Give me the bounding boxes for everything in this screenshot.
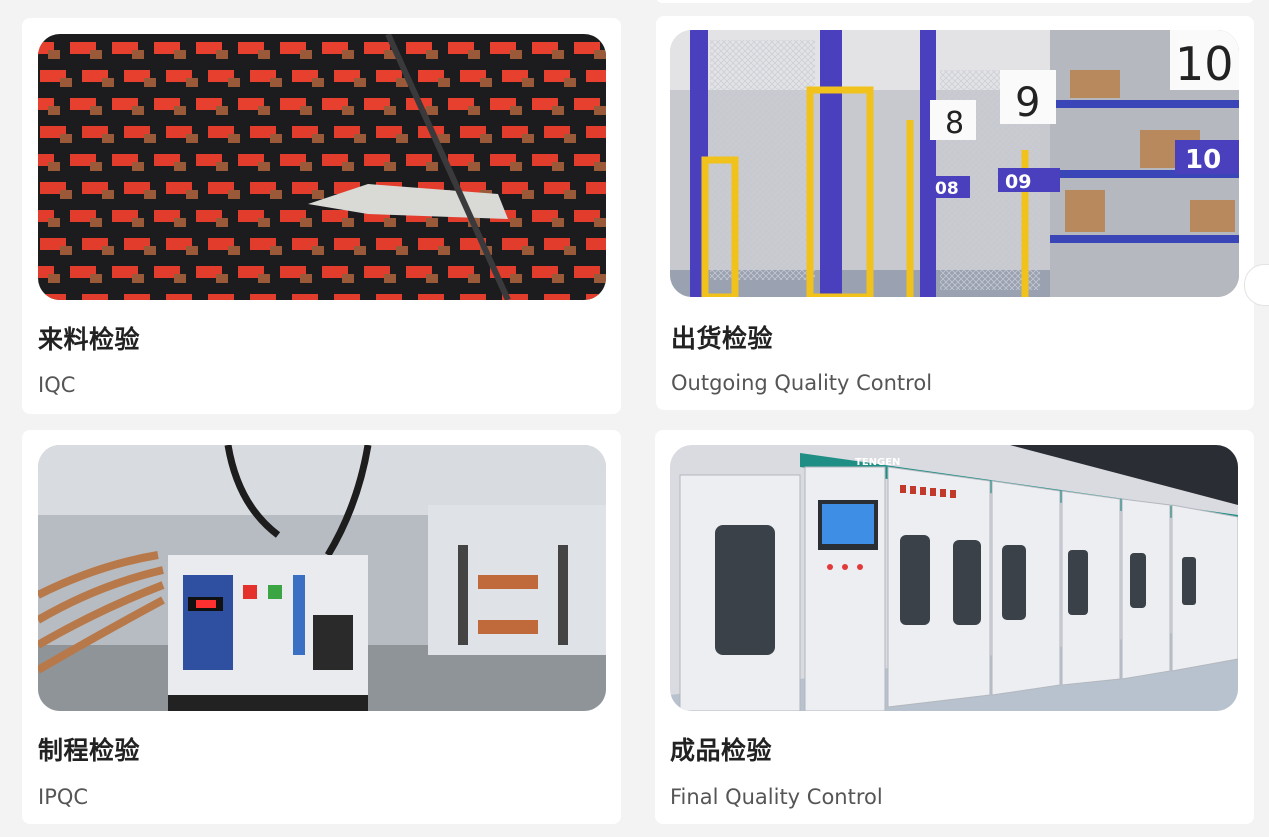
- warehouse-shelving-photo: 8 9 10 08 09 10: [670, 30, 1239, 297]
- shelf-number-9: 9: [1015, 80, 1040, 126]
- component-tray-photo: [38, 34, 606, 300]
- card-subtitle: IPQC: [38, 785, 89, 809]
- card-title: 成品检验: [670, 736, 773, 765]
- circuit-breaker-assembly-photo: [38, 445, 606, 711]
- switchgear-cabinets-photo: TENGEN: [670, 445, 1238, 711]
- card-title: 出货检验: [671, 324, 774, 353]
- shelf-number-10: 10: [1175, 37, 1234, 91]
- card-title: 来料检验: [38, 325, 141, 354]
- cabinet-brand-label: TENGEN: [855, 457, 900, 468]
- aisle-label-08: 08: [935, 179, 959, 199]
- card-subtitle: Outgoing Quality Control: [671, 371, 933, 395]
- aisle-label-09: 09: [1005, 171, 1031, 193]
- quality-card-iqc[interactable]: 来料检验 IQC: [22, 18, 621, 414]
- shelf-number-8: 8: [945, 106, 964, 141]
- quality-card-ipqc[interactable]: 制程检验 IPQC: [22, 430, 621, 824]
- quality-card-outgoing[interactable]: 8 9 10 08 09 10 出货检验 Outgoing Quality Co…: [656, 16, 1254, 410]
- card-title: 制程检验: [38, 736, 141, 765]
- card-subtitle: Final Quality Control: [670, 785, 883, 809]
- partial-card-top: [656, 0, 1254, 3]
- quality-card-final[interactable]: TENGEN 成品检验 Final Quality Control: [655, 430, 1254, 824]
- card-subtitle: IQC: [38, 373, 76, 397]
- aisle-label-10: 10: [1185, 145, 1221, 175]
